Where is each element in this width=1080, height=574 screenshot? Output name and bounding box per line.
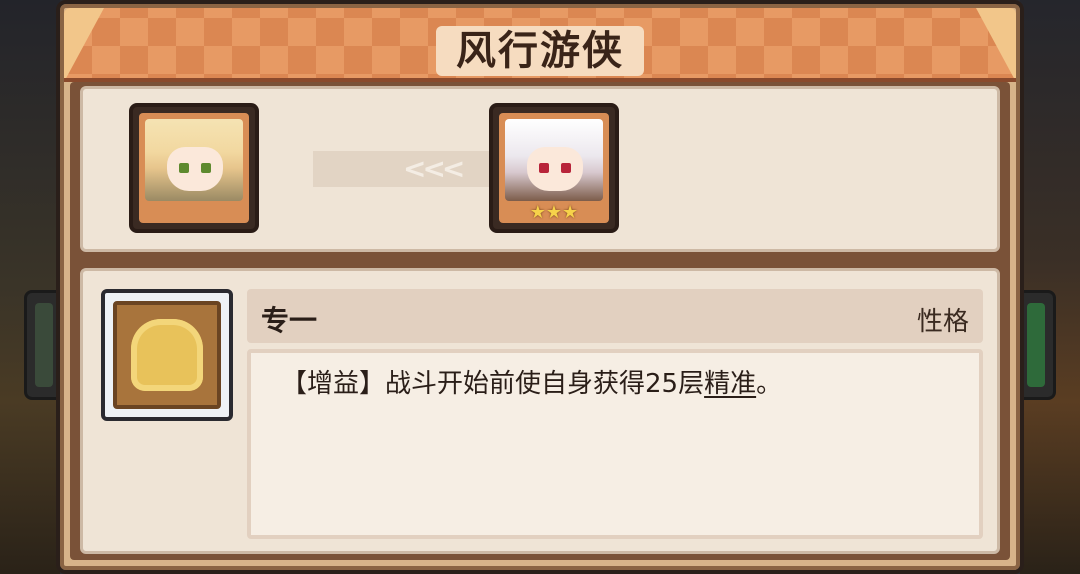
evolution-section: <<< ★★★ <box>80 86 1000 252</box>
portrait-to[interactable]: ★★★ <box>489 103 619 233</box>
gold-figure-icon <box>131 319 203 391</box>
trait-description: 【增益】战斗开始前使自身获得25层精准。 <box>281 367 949 401</box>
portrait-from[interactable] <box>129 103 259 233</box>
keyword-link[interactable]: 精准 <box>704 369 756 399</box>
character-art-blonde <box>145 119 243 201</box>
trait-description-box: 【增益】战斗开始前使自身获得25层精准。 <box>247 349 983 539</box>
character-art-white-hair <box>505 119 603 201</box>
character-panel: 风行游侠 <<< ★★★ 专一 性格 【增益】战斗开始前使自身获得25层精准。 <box>56 0 1024 574</box>
star-rating: ★★★ <box>529 202 579 223</box>
trait-section: 专一 性格 【增益】战斗开始前使自身获得25层精准。 <box>80 268 1000 554</box>
background-right <box>1020 0 1080 574</box>
desc-suffix: 。 <box>756 369 783 399</box>
page-title: 风行游侠 <box>436 26 644 76</box>
trait-icon-frame[interactable] <box>101 289 233 421</box>
background-left <box>0 0 60 574</box>
trait-type-label: 性格 <box>916 307 969 337</box>
trait-header: 专一 性格 <box>247 289 983 343</box>
panel-body: <<< ★★★ 专一 性格 【增益】战斗开始前使自身获得25层精准。 <box>70 82 1010 560</box>
title-bar: 风行游侠 <box>64 8 1016 82</box>
desc-prefix: 【增益】战斗开始前使自身获得25层 <box>281 369 705 399</box>
evolution-arrows: <<< <box>403 152 465 185</box>
trait-name: 专一 <box>261 304 318 337</box>
